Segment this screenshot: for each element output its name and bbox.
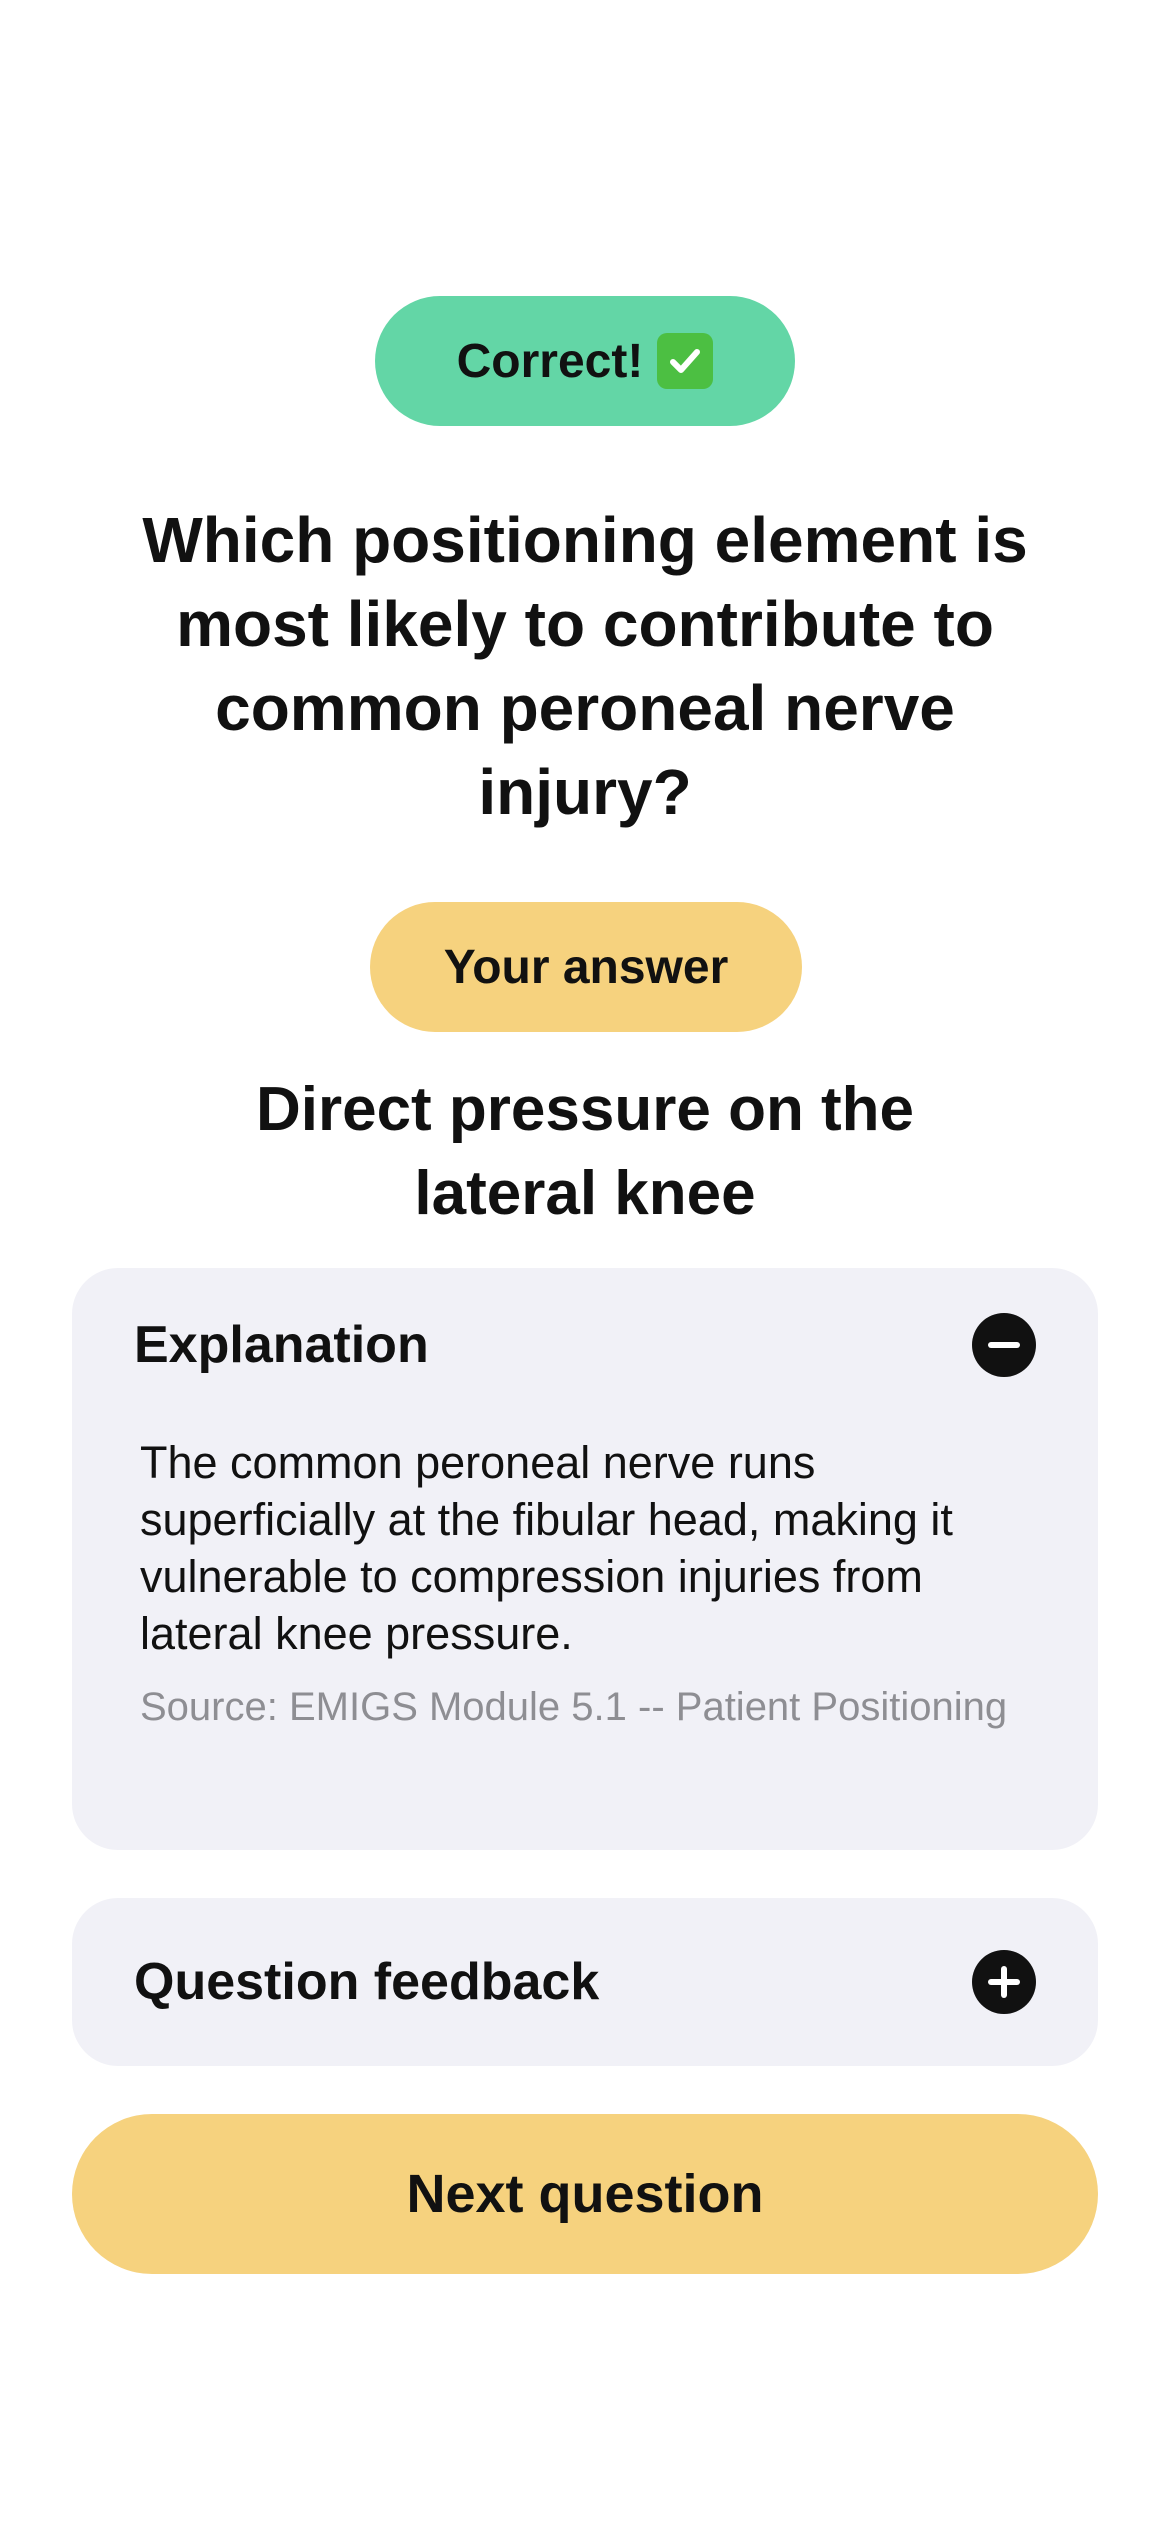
question-feedback-header[interactable]: Question feedback: [134, 1947, 1036, 2017]
question-text: Which positioning element is most likely…: [142, 504, 1028, 828]
explanation-source: Source: EMIGS Module 5.1 -- Patient Posi…: [140, 1685, 1008, 1729]
selected-answer-text: Direct pressure on the lateral knee: [255, 1075, 915, 1228]
explanation-body: The common peroneal nerve runs superfici…: [140, 1437, 953, 1659]
explanation-header[interactable]: Explanation: [134, 1310, 1036, 1380]
minus-circle-icon[interactable]: [972, 1313, 1036, 1377]
your-answer-label: Your answer: [443, 940, 729, 994]
status-bar: [0, 0, 1170, 140]
your-answer-badge: Your answer: [370, 902, 802, 1032]
plus-circle-icon[interactable]: [972, 1950, 1036, 2014]
explanation-card: Explanation The common peroneal nerve ru…: [72, 1268, 1098, 1850]
question-feedback-card[interactable]: Question feedback: [72, 1898, 1098, 2066]
result-label: Correct!: [456, 334, 644, 388]
next-question-label: Next question: [406, 2164, 764, 2224]
quiz-result-screen: Correct! Which positioning element is mo…: [0, 0, 1170, 2532]
result-badge: Correct!: [375, 296, 795, 426]
next-question-button[interactable]: Next question: [72, 2114, 1098, 2274]
question-feedback-title: Question feedback: [134, 1953, 600, 2011]
check-mark-box-icon: [657, 333, 714, 389]
explanation-title: Explanation: [134, 1316, 429, 1374]
